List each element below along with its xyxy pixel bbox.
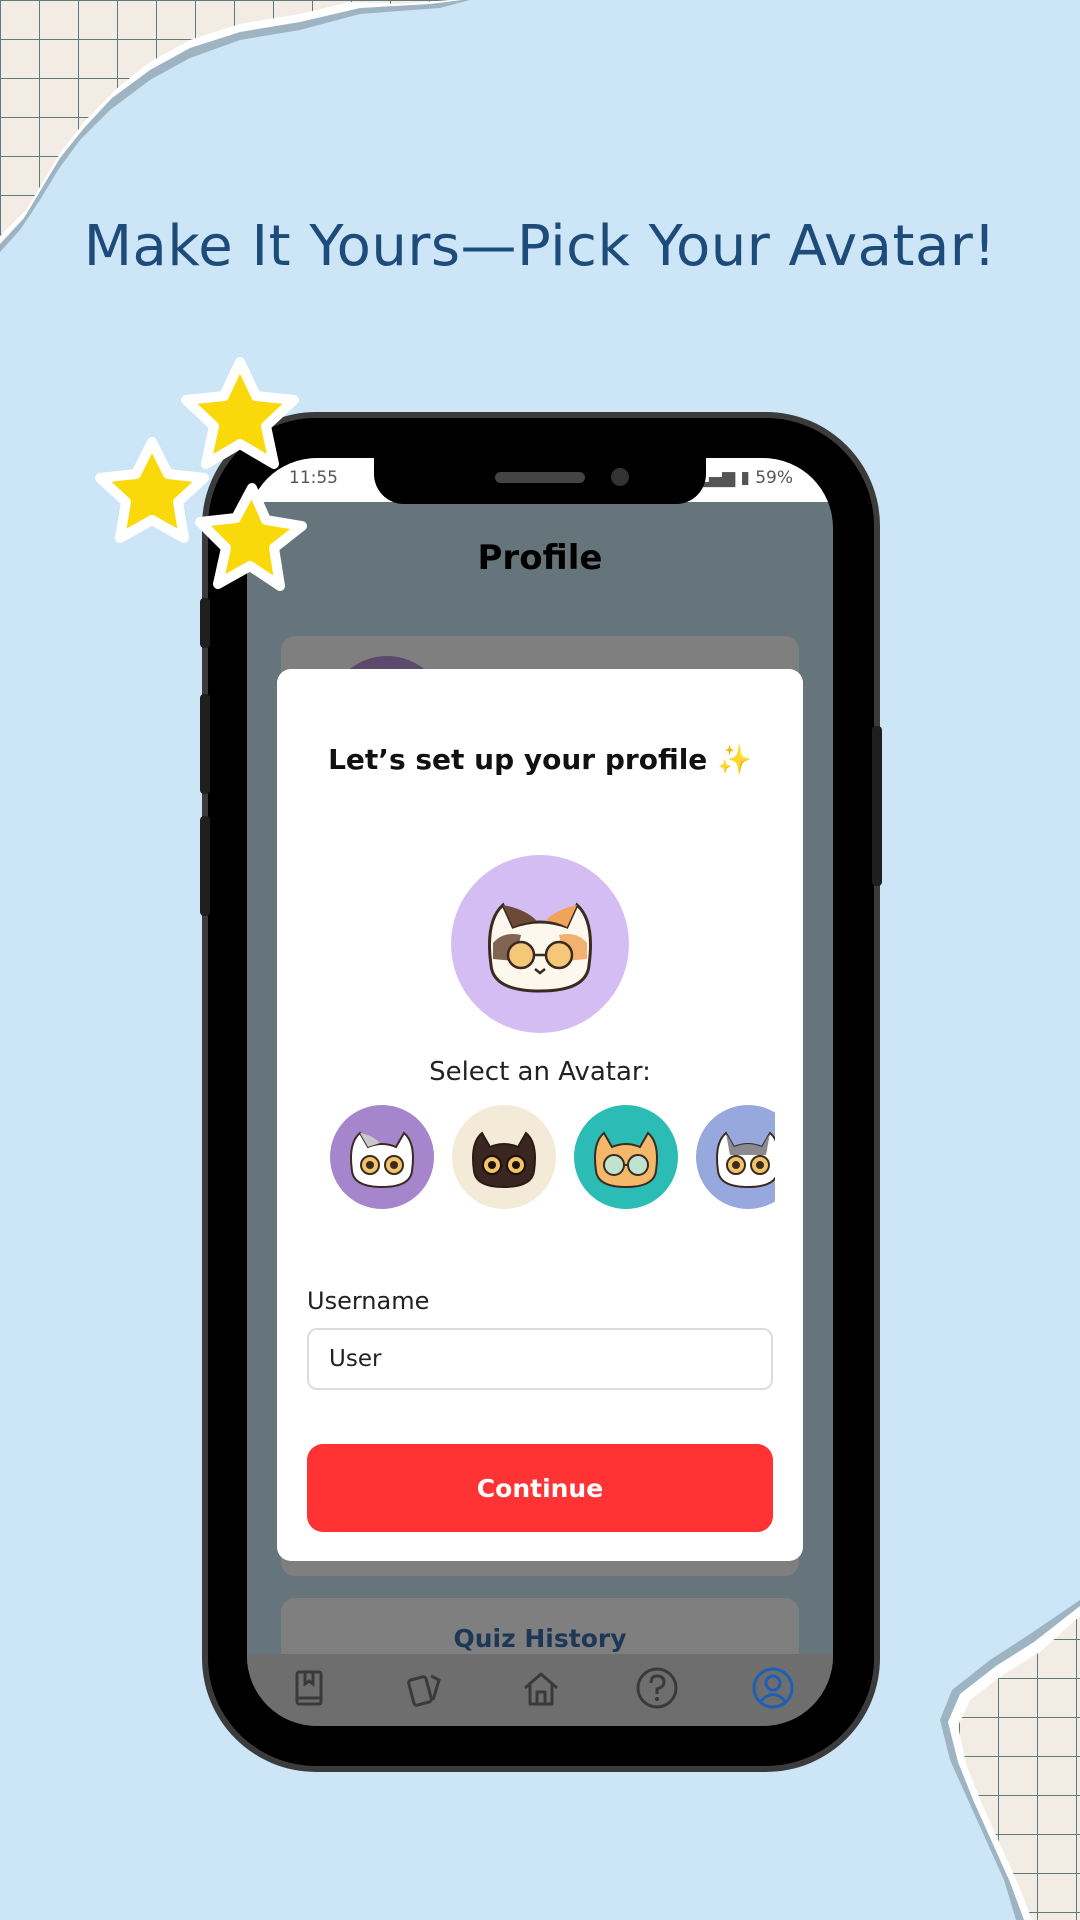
username-label: Username [307,1287,430,1315]
help-icon[interactable] [635,1666,679,1710]
calico-cat-icon [488,902,592,993]
battery-icon: ▮ [740,468,756,488]
profile-setup-modal: Let’s set up your profile ✨ Select an Av… [277,669,803,1561]
selected-avatar [451,855,629,1033]
quiz-history-label: Quiz History [453,1624,627,1653]
phone-speaker [495,472,585,483]
avatar-option-grey-tabby-cat[interactable] [696,1105,775,1209]
book-icon[interactable] [287,1666,331,1710]
phone-volume-up [200,694,210,794]
phone-camera [611,468,629,486]
orange-cat-icon [594,1131,658,1189]
avatar-option-orange-cat-glasses[interactable] [574,1105,678,1209]
stars-decoration [95,357,307,591]
home-icon[interactable] [519,1666,563,1710]
grey-tabby-cat-icon [716,1131,775,1189]
phone-notch [374,458,706,504]
bottom-nav [247,1654,833,1726]
modal-title: Let’s set up your profile ✨ [328,743,752,776]
grid-paper-decoration-bottom [940,1600,1080,1920]
promo-headline: Make It Yours—Pick Your Avatar! [83,214,997,279]
avatar-option-dark-brown-cat[interactable] [452,1105,556,1209]
continue-button[interactable]: Continue [307,1444,773,1532]
avatar-picker [330,1103,775,1213]
status-battery: ▂▄▆ ▮ 59% [695,468,793,488]
cards-icon[interactable] [403,1666,447,1710]
page-title: Profile [477,538,603,578]
select-avatar-label: Select an Avatar: [429,1057,651,1087]
grey-white-cat-icon [350,1131,414,1189]
phone-volume-down [200,816,210,916]
avatar-option-grey-white-cat[interactable] [330,1105,434,1209]
profile-icon[interactable] [751,1666,795,1710]
username-input[interactable] [307,1328,773,1390]
dark-brown-cat-icon [472,1131,536,1189]
phone-power-button [872,726,882,886]
